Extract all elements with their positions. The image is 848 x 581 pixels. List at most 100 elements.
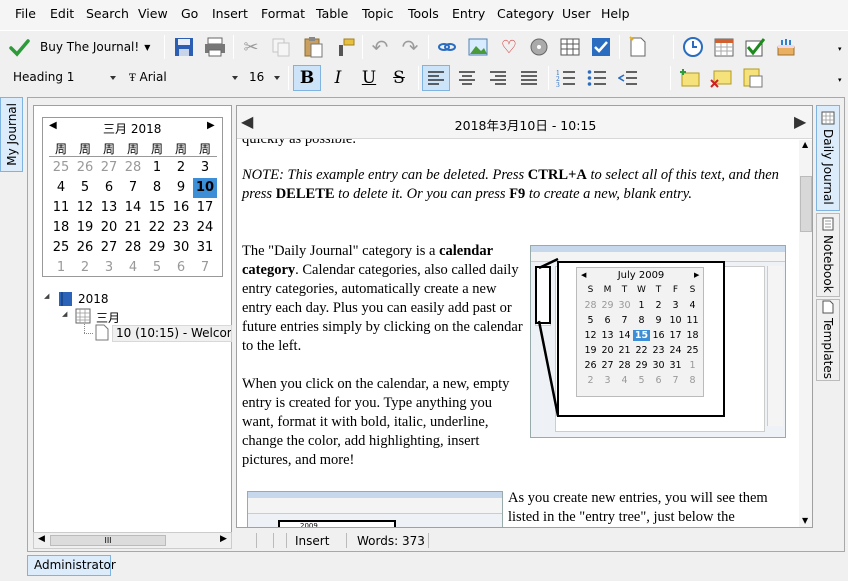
calendar-day[interactable]: 31 [193, 238, 217, 258]
note-properties-icon[interactable] [740, 65, 766, 91]
calendar-day[interactable]: 23 [169, 218, 193, 238]
undo-icon[interactable]: ↶ [367, 34, 393, 60]
outdent-button[interactable] [614, 65, 642, 91]
delete-note-icon[interactable] [708, 65, 734, 91]
calendar-day[interactable]: 18 [49, 218, 73, 238]
calendar-day[interactable]: 11 [49, 198, 73, 218]
scroll-up-icon[interactable]: ▲ [802, 140, 808, 149]
tree-year[interactable]: 2018 [78, 292, 109, 306]
calendar-day[interactable]: 2 [73, 258, 97, 278]
calendar-day[interactable]: 27 [97, 158, 121, 178]
align-right-button[interactable] [484, 65, 512, 91]
bullet-list-button[interactable] [583, 65, 611, 91]
cake-icon[interactable] [773, 34, 799, 60]
menu-file[interactable]: File [15, 6, 36, 21]
calendar-day[interactable]: 4 [121, 258, 145, 278]
tab-notebook[interactable]: Notebook [816, 213, 840, 297]
calendar-day[interactable]: 6 [169, 258, 193, 278]
bold-button[interactable]: B [293, 65, 321, 91]
calendar-day[interactable]: 21 [121, 218, 145, 238]
click-calendar-paragraph[interactable]: When you click on the calendar, a new, e… [242, 375, 525, 470]
calendar-day[interactable]: 26 [73, 158, 97, 178]
calendar-day[interactable]: 28 [121, 238, 145, 258]
calendar-day[interactable]: 5 [145, 258, 169, 278]
paste-icon[interactable] [300, 34, 326, 60]
calendar-day[interactable]: 3 [193, 158, 217, 178]
menu-tools[interactable]: Tools [408, 6, 439, 21]
tab-my-journal[interactable]: My Journal [0, 97, 23, 172]
font-dropdown[interactable]: Ŧ Arial [124, 66, 242, 88]
tree-collapse-icon[interactable]: ◢ [44, 292, 49, 300]
calendar-day[interactable]: 28 [121, 158, 145, 178]
calendar-day[interactable]: 2 [169, 158, 193, 178]
menu-search[interactable]: Search [86, 6, 129, 21]
calendar-day[interactable]: 3 [97, 258, 121, 278]
menu-category[interactable]: Category [497, 6, 554, 21]
calendar-day-selected[interactable]: 10 [193, 178, 217, 198]
calendar-day[interactable]: 9 [169, 178, 193, 198]
copy-icon[interactable] [268, 34, 294, 60]
menu-edit[interactable]: Edit [50, 6, 74, 21]
align-center-button[interactable] [453, 65, 481, 91]
format-painter-icon[interactable] [333, 34, 359, 60]
note-paragraph[interactable]: NOTE: This example entry can be deleted.… [242, 166, 797, 204]
calendar-icon[interactable] [711, 34, 737, 60]
scrollbar-thumb[interactable] [800, 176, 812, 232]
sticker-icon[interactable]: ♡ [496, 34, 522, 60]
picture-icon[interactable] [465, 34, 491, 60]
calendar-day[interactable]: 16 [169, 198, 193, 218]
menu-topic[interactable]: Topic [362, 6, 393, 21]
strikethrough-button[interactable]: S [385, 65, 413, 91]
calendar-day[interactable]: 25 [49, 158, 73, 178]
tree-entry[interactable]: 10 (10:15) - Welcom [112, 325, 232, 342]
task-done-icon[interactable] [742, 34, 768, 60]
menu-format[interactable]: Format [261, 6, 305, 21]
calendar-day[interactable]: 6 [97, 178, 121, 198]
new-note-icon[interactable] [677, 65, 703, 91]
calendar-day[interactable]: 20 [97, 218, 121, 238]
tree-collapse-icon[interactable]: ◢ [62, 310, 67, 318]
numbered-list-button[interactable]: 123 [552, 65, 580, 91]
entry-tree-paragraph[interactable]: As you create new entries, you will see … [508, 489, 788, 527]
menu-go[interactable]: Go [181, 6, 198, 21]
menu-help[interactable]: Help [601, 6, 630, 21]
embedded-screenshot-tree[interactable]: 2009 [247, 491, 503, 527]
calendar-day[interactable]: 24 [193, 218, 217, 238]
audio-icon[interactable] [526, 34, 552, 60]
menu-entry[interactable]: Entry [452, 6, 485, 21]
next-entry-icon[interactable]: ▶ [794, 112, 806, 131]
user-tab[interactable]: Administrator [27, 555, 116, 576]
scroll-down-icon[interactable]: ▼ [802, 516, 808, 525]
save-icon[interactable] [171, 34, 197, 60]
calendar-day[interactable]: 19 [73, 218, 97, 238]
calendar-prev-icon[interactable]: ◀ [49, 120, 57, 131]
calendar-month-title[interactable]: 三月 2018 [103, 120, 161, 137]
scrollbar-thumb[interactable]: III [50, 535, 166, 546]
calendar-day[interactable]: 14 [121, 198, 145, 218]
calendar-day[interactable]: 17 [193, 198, 217, 218]
calendar-paragraph[interactable]: The "Daily Journal" category is a calend… [242, 242, 525, 356]
calendar-day[interactable]: 4 [49, 178, 73, 198]
calendar-day[interactable]: 7 [121, 178, 145, 198]
print-icon[interactable] [202, 34, 228, 60]
font-size-dropdown[interactable]: 16 [244, 66, 284, 88]
tab-daily-journal[interactable]: Daily Journal [816, 105, 840, 211]
redo-icon[interactable]: ↷ [397, 34, 423, 60]
clock-icon[interactable] [680, 34, 706, 60]
scroll-left-icon[interactable]: ◀ [38, 534, 45, 544]
calendar-day[interactable]: 25 [49, 238, 73, 258]
tab-templates[interactable]: Templates [816, 299, 840, 381]
calendar-day[interactable]: 27 [97, 238, 121, 258]
style-dropdown[interactable]: Heading 1 [8, 66, 120, 88]
italic-button[interactable]: I [324, 65, 352, 91]
buy-button[interactable]: Buy The Journal! ▼ [8, 34, 158, 60]
menu-view[interactable]: View [138, 6, 168, 21]
menu-table[interactable]: Table [316, 6, 348, 21]
calendar-day[interactable]: 1 [145, 158, 169, 178]
underline-button[interactable]: U [355, 65, 383, 91]
editor-vertical-scrollbar[interactable]: ▲ ▼ [799, 140, 812, 527]
embedded-screenshot-calendar[interactable]: ◀ July 2009 ▶ SMTWTFS 28 29 30 1 2 3 4 5 6 7 8 9 10 1… [530, 245, 786, 438]
table-icon[interactable] [557, 34, 583, 60]
align-left-button[interactable] [422, 65, 450, 91]
calendar-day[interactable]: 8 [145, 178, 169, 198]
